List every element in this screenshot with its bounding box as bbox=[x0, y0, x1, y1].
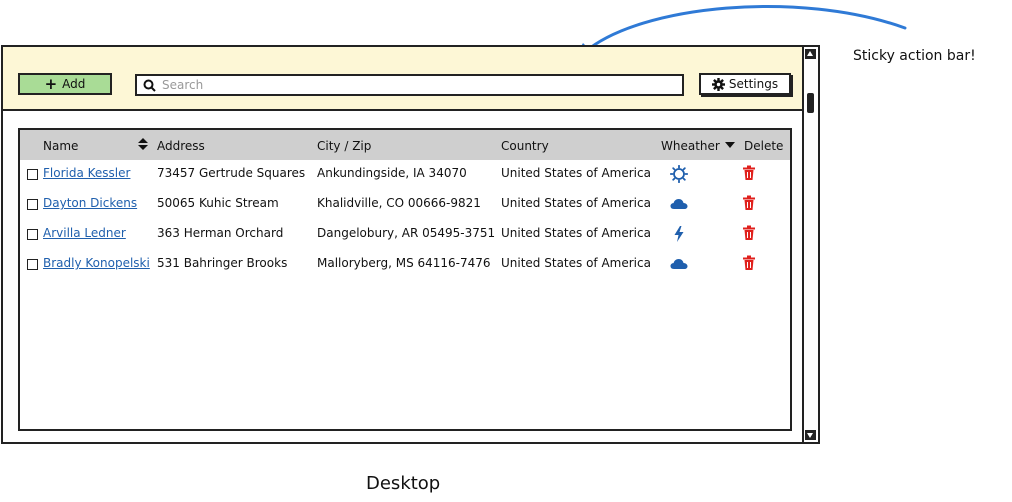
sort-icon[interactable] bbox=[138, 138, 148, 150]
address-cell: 73457 Gertrude Squares bbox=[157, 166, 306, 180]
gear-icon bbox=[711, 77, 725, 91]
scroll-up-button[interactable] bbox=[805, 49, 816, 59]
search-field[interactable] bbox=[135, 74, 684, 96]
column-header-address: Address bbox=[157, 139, 205, 153]
scroll-down-button[interactable] bbox=[805, 430, 816, 440]
cloud-icon bbox=[670, 259, 688, 269]
scroll-thumb[interactable] bbox=[807, 93, 814, 113]
trash-icon[interactable] bbox=[743, 255, 755, 270]
row-checkbox[interactable] bbox=[27, 169, 38, 180]
table-row: Florida Kessler 73457 Gertrude Squares A… bbox=[20, 160, 790, 190]
settings-button[interactable]: Settings bbox=[699, 73, 791, 95]
column-header-name[interactable]: Name bbox=[43, 139, 78, 153]
sticky-action-bar: + Add Settings bbox=[3, 47, 802, 111]
city-zip-cell: Malloryberg, MS 64116-7476 bbox=[317, 256, 491, 270]
city-zip-cell: Khalidville, CO 00666-9821 bbox=[317, 196, 481, 210]
name-link[interactable]: Bradly Konopelski bbox=[43, 256, 150, 270]
add-button[interactable]: + Add bbox=[18, 73, 112, 95]
table-row: Dayton Dickens 50065 Kuhic Stream Khalid… bbox=[20, 190, 790, 220]
app-window: + Add Settings bbox=[1, 45, 804, 444]
country-cell: United States of America bbox=[501, 166, 651, 180]
search-input[interactable] bbox=[162, 78, 662, 92]
plus-icon: + bbox=[44, 74, 58, 93]
table-row: Bradly Konopelski 531 Bahringer Brooks M… bbox=[20, 250, 790, 280]
search-icon bbox=[143, 79, 156, 92]
table-header: Name Address City / Zip Country Wheather… bbox=[20, 130, 790, 160]
country-cell: United States of America bbox=[501, 256, 651, 270]
column-header-delete: Delete bbox=[744, 139, 784, 153]
cloud-icon bbox=[670, 199, 688, 209]
address-cell: 531 Bahringer Brooks bbox=[157, 256, 288, 270]
column-header-city-zip: City / Zip bbox=[317, 139, 372, 153]
trash-icon[interactable] bbox=[743, 225, 755, 240]
city-zip-cell: Ankundingside, IA 34070 bbox=[317, 166, 467, 180]
name-link[interactable]: Arvilla Ledner bbox=[43, 226, 126, 240]
country-cell: United States of America bbox=[501, 196, 651, 210]
country-cell: United States of America bbox=[501, 226, 651, 240]
data-table: Name Address City / Zip Country Wheather… bbox=[18, 128, 792, 431]
name-link[interactable]: Florida Kessler bbox=[43, 166, 130, 180]
add-button-label: Add bbox=[62, 77, 86, 91]
city-zip-cell: Dangelobury, AR 05495-3751 bbox=[317, 226, 496, 240]
chevron-down-icon[interactable] bbox=[725, 142, 735, 148]
annotation-label: Sticky action bar! bbox=[853, 48, 976, 64]
address-cell: 50065 Kuhic Stream bbox=[157, 196, 279, 210]
row-checkbox[interactable] bbox=[27, 229, 38, 240]
column-header-country: Country bbox=[501, 139, 549, 153]
row-checkbox[interactable] bbox=[27, 259, 38, 270]
vertical-scrollbar[interactable] bbox=[804, 45, 820, 444]
address-cell: 363 Herman Orchard bbox=[157, 226, 284, 240]
name-link[interactable]: Dayton Dickens bbox=[43, 196, 137, 210]
row-checkbox[interactable] bbox=[27, 199, 38, 210]
table-row: Arvilla Ledner 363 Herman Orchard Dangel… bbox=[20, 220, 790, 250]
lightning-icon bbox=[674, 226, 684, 242]
trash-icon[interactable] bbox=[743, 195, 755, 210]
trash-icon[interactable] bbox=[743, 165, 755, 180]
sun-icon bbox=[670, 165, 688, 183]
caption: Desktop bbox=[366, 473, 441, 494]
column-header-weather[interactable]: Wheather bbox=[661, 139, 720, 153]
settings-button-label: Settings bbox=[728, 77, 779, 91]
